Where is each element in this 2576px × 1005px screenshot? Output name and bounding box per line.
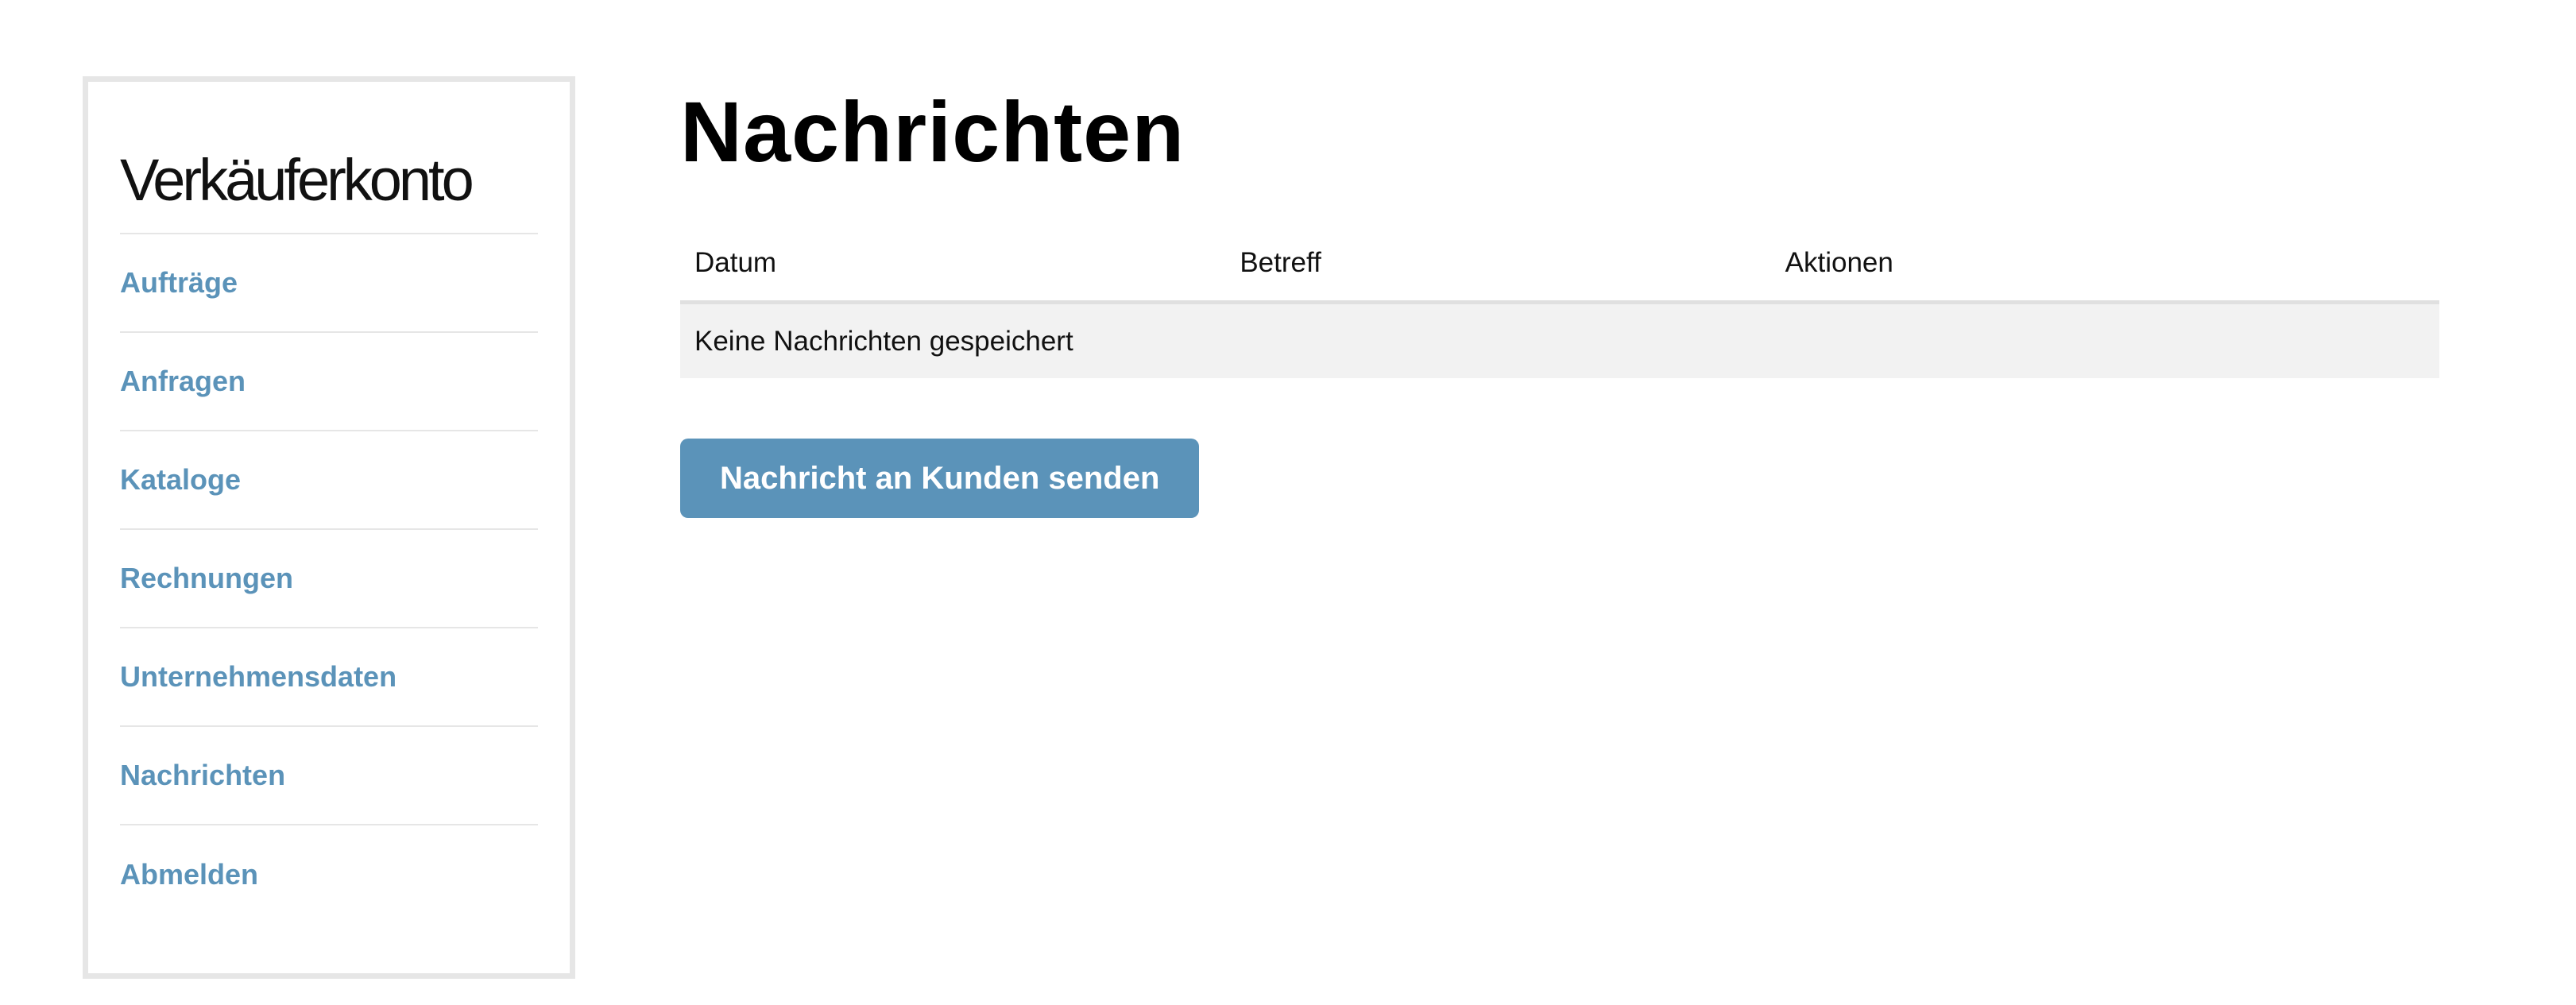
sidebar-nav: Aufträge Anfragen Kataloge Rechnungen Un… [120,234,538,924]
sidebar-link-auftraege[interactable]: Aufträge [120,266,238,300]
sidebar-link-abmelden[interactable]: Abmelden [120,858,258,891]
sidebar-item-kataloge: Kataloge [120,431,538,530]
column-header-betreff: Betreff [1225,226,1771,304]
sidebar-item-unternehmensdaten: Unternehmensdaten [120,628,538,727]
empty-table-message: Keine Nachrichten gespeichert [680,302,2439,378]
table-header-row: Datum Betreff Aktionen [680,226,2439,304]
sidebar-link-kataloge[interactable]: Kataloge [120,463,241,497]
sidebar-link-rechnungen[interactable]: Rechnungen [120,562,293,595]
column-header-datum: Datum [680,226,1226,304]
send-message-button[interactable]: Nachricht an Kunden senden [680,439,1200,518]
sidebar-link-unternehmensdaten[interactable]: Unternehmensdaten [120,660,396,694]
sidebar-link-nachrichten[interactable]: Nachrichten [120,759,285,792]
sidebar-item-auftraege: Aufträge [120,234,538,333]
sidebar-item-anfragen: Anfragen [120,333,538,431]
sidebar-link-anfragen[interactable]: Anfragen [120,365,246,398]
page-title: Nachrichten [680,83,1186,180]
sidebar-item-rechnungen: Rechnungen [120,530,538,628]
sidebar-item-nachrichten: Nachrichten [120,727,538,825]
column-header-aktionen: Aktionen [1770,226,2439,304]
account-sidebar: Verkäuferkonto Aufträge Anfragen Katalog… [83,76,575,979]
sidebar-title: Verkäuferkonto [120,139,538,234]
messages-table: Datum Betreff Aktionen Keine Nachrichten… [680,226,2439,378]
table-row: Keine Nachrichten gespeichert [680,302,2439,378]
sidebar-item-abmelden: Abmelden [120,825,538,924]
main-content: Nachrichten Datum Betreff Aktionen Keine… [680,76,2439,518]
